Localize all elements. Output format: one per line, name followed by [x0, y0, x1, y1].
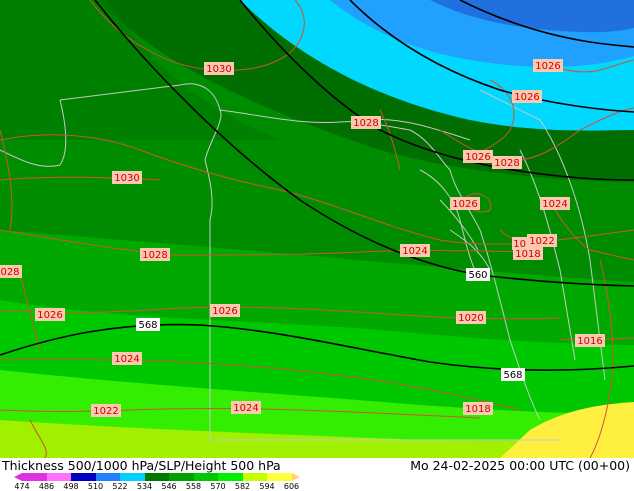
svg-text:1030: 1030 [114, 173, 139, 184]
slp-label: 1022 [527, 234, 557, 247]
svg-text:1026: 1026 [37, 310, 62, 321]
slp-label: 1024 [231, 401, 261, 414]
color-scale-swatch [144, 473, 169, 481]
color-scale-arrow-right [291, 473, 300, 481]
slp-label: 1026 [450, 197, 480, 210]
svg-text:1018: 1018 [515, 249, 540, 260]
svg-text:1020: 1020 [458, 313, 483, 324]
svg-text:1024: 1024 [114, 354, 139, 365]
slp-label: 1026 [463, 150, 493, 163]
slp-label: 1018 [463, 402, 493, 415]
color-scale-arrow-left [14, 473, 22, 481]
svg-text:1026: 1026 [465, 152, 490, 163]
svg-text:1022: 1022 [529, 236, 554, 247]
color-scale-swatch [22, 473, 47, 481]
svg-text:560: 560 [468, 270, 487, 281]
map-footer: Thickness 500/1000 hPa/SLP/Height 500 hP… [0, 458, 634, 491]
svg-text:1026: 1026 [514, 92, 539, 103]
color-scale-swatch [193, 473, 218, 481]
slp-label: 1030 [204, 62, 234, 75]
svg-text:568: 568 [503, 370, 522, 381]
svg-text:028: 028 [0, 267, 19, 278]
slp-label: 1028 [492, 156, 522, 169]
height-label: 568 [136, 318, 160, 331]
slp-label: 1024 [400, 244, 430, 257]
svg-text:1026: 1026 [452, 199, 477, 210]
map-datetime: Mo 24-02-2025 00:00 UTC (00+00) [410, 458, 630, 473]
slp-label: 1026 [35, 308, 65, 321]
slp-label: 1028 [140, 248, 170, 261]
color-scale-swatch [95, 473, 120, 481]
svg-text:1022: 1022 [93, 406, 118, 417]
color-scale-swatch [169, 473, 194, 481]
svg-text:1026: 1026 [535, 61, 560, 72]
slp-label: 1026 [533, 59, 563, 72]
slp-label: 1018 [513, 247, 543, 260]
color-scale-swatch [242, 473, 267, 481]
map-title: Thickness 500/1000 hPa/SLP/Height 500 hP… [2, 458, 281, 473]
slp-label: 1024 [540, 197, 570, 210]
map-canvas: 1030 1028 1026 1026 1026 1028 1026 1030 … [0, 0, 634, 458]
slp-label: 1028 [351, 116, 381, 129]
svg-text:1028: 1028 [353, 118, 378, 129]
color-scale-swatch [71, 473, 96, 481]
color-scale-swatch [120, 473, 145, 481]
svg-text:1024: 1024 [402, 246, 427, 257]
svg-text:1028: 1028 [494, 158, 519, 169]
slp-label: 1016 [575, 334, 605, 347]
color-scale-swatch [46, 473, 71, 481]
svg-text:1030: 1030 [206, 64, 231, 75]
height-label: 560 [466, 268, 490, 281]
svg-text:1018: 1018 [465, 404, 490, 415]
svg-text:1024: 1024 [233, 403, 258, 414]
slp-label: 028 [0, 265, 22, 278]
svg-text:1026: 1026 [212, 306, 237, 317]
slp-label: 1020 [456, 311, 486, 324]
svg-text:1024: 1024 [542, 199, 567, 210]
slp-label: 1026 [210, 304, 240, 317]
slp-label: 1030 [112, 171, 142, 184]
svg-text:568: 568 [138, 320, 157, 331]
svg-text:1028: 1028 [142, 250, 167, 261]
height-label: 568 [501, 368, 525, 381]
svg-text:1016: 1016 [577, 336, 602, 347]
slp-label: 1022 [91, 404, 121, 417]
color-scale-swatch [218, 473, 243, 481]
slp-label: 1026 [512, 90, 542, 103]
color-scale-swatch [267, 473, 292, 481]
slp-label: 1024 [112, 352, 142, 365]
weather-map: 1030 1028 1026 1026 1026 1028 1026 1030 … [0, 0, 634, 458]
